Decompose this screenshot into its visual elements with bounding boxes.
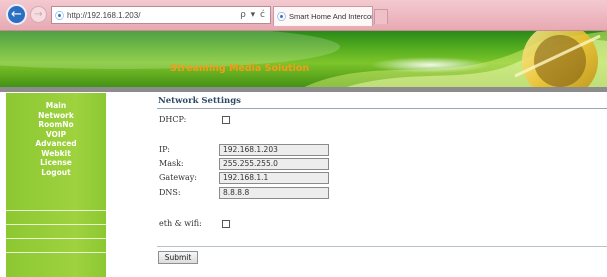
eth-wifi-label: eth & wifi: [159,219,202,228]
search-refresh-icons[interactable]: ρ ▾ ć [240,10,266,20]
dns-label: DNS: [159,188,181,197]
sidebar-divider [6,224,106,225]
address-bar[interactable]: ⦿ http://192.168.1.203/ ρ ▾ ć [51,6,271,24]
sidebar-divider [6,238,106,239]
back-arrow-icon[interactable]: ← [6,4,27,25]
dhcp-label: DHCP: [159,115,187,124]
sidebar-item-logout[interactable]: Logout [6,168,106,178]
ip-label: IP: [159,145,170,154]
sidebar-menu: Main Network RoomNo VOIP Advanced Webkit… [6,101,106,177]
browser-toolbar: ← → ⦿ http://192.168.1.203/ ρ ▾ ć ⦿ Smar… [0,0,607,31]
sidebar-item-license[interactable]: License [6,158,106,168]
page-banner: Streaming Media Solution [0,31,607,89]
dhcp-checkbox[interactable] [222,116,230,124]
forward-arrow-icon[interactable]: → [30,6,47,23]
dns-field[interactable]: 8.8.8.8 [219,187,329,199]
ip-field[interactable]: 192.168.1.203 [219,144,329,156]
address-url[interactable]: http://192.168.1.203/ [67,11,140,20]
banner-art [0,31,607,89]
banner-title: Streaming Media Solution [170,63,310,74]
gateway-label: Gateway: [159,173,197,182]
sidebar-item-advanced[interactable]: Advanced [6,139,106,149]
sidebar-item-webkit[interactable]: Webkit [6,149,106,159]
sidebar-item-roomno[interactable]: RoomNo [6,120,106,130]
title-divider [157,108,607,109]
mask-field[interactable]: 255.255.255.0 [219,158,329,170]
sidebar-divider [6,210,106,211]
submit-button[interactable]: Submit [158,251,198,264]
browser-tab[interactable]: ⦿ Smart Home And Intercom ... × [273,6,373,26]
sidebar-item-network[interactable]: Network [6,111,106,121]
form-divider [157,246,607,247]
new-tab-button[interactable] [374,9,388,24]
sidebar-item-voip[interactable]: VOIP [6,130,106,140]
ie-page-icon: ⦿ [55,11,65,22]
sidebar: Main Network RoomNo VOIP Advanced Webkit… [6,93,106,277]
mask-label: Mask: [159,159,184,168]
eth-wifi-checkbox[interactable] [222,220,230,228]
ie-tab-icon: ⦿ [277,12,287,22]
sidebar-item-main[interactable]: Main [6,101,106,111]
banner-divider [0,87,607,92]
page-title: Network Settings [158,96,241,106]
sidebar-divider [6,252,106,253]
tab-title: Smart Home And Intercom ... [289,12,372,21]
gateway-field[interactable]: 192.168.1.1 [219,172,329,184]
